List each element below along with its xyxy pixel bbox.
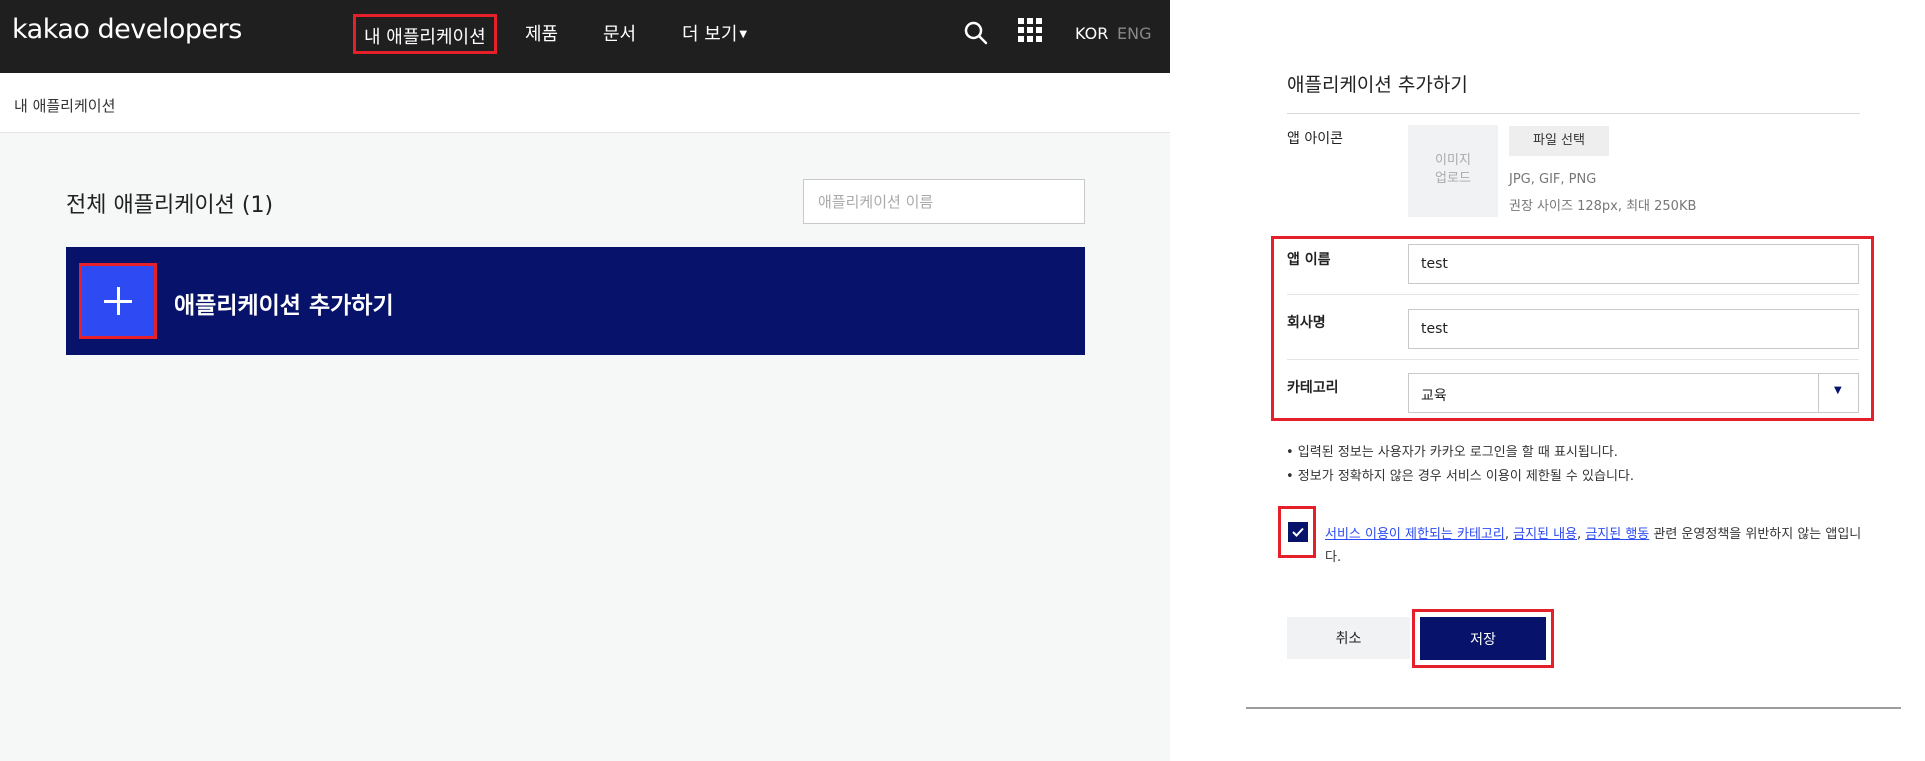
- search-icon[interactable]: [963, 20, 989, 46]
- breadcrumb-bar: 내 애플리케이션: [0, 73, 1170, 133]
- file-format-hint: JPG, GIF, PNG: [1509, 172, 1597, 187]
- consent-text: 서비스 이용이 제한되는 카테고리, 금지된 내용, 금지된 행동 관련 운영정…: [1325, 527, 1862, 565]
- info-note: • 정보가 정확하지 않은 경우 서비스 이용이 제한될 수 있습니다.: [1286, 469, 1634, 484]
- file-size-hint: 권장 사이즈 128px, 최대 250KB: [1509, 199, 1697, 214]
- kakao-developers-logo[interactable]: kakao developers: [12, 14, 242, 45]
- form-title: 애플리케이션 추가하기: [1287, 74, 1468, 96]
- grid-menu-icon[interactable]: [1017, 17, 1043, 43]
- consent-checkbox-wrapper: [1278, 506, 1316, 558]
- category-select[interactable]: 교육 ▼: [1408, 373, 1859, 413]
- category-label: 카테고리: [1287, 380, 1339, 396]
- company-name-input[interactable]: [1408, 309, 1859, 349]
- app-name-input[interactable]: [1408, 244, 1859, 284]
- lang-kor[interactable]: KOR: [1075, 24, 1108, 43]
- breadcrumb[interactable]: 내 애플리케이션: [14, 95, 115, 116]
- prohibited-behavior-link[interactable]: 금지된 행동: [1585, 527, 1649, 542]
- upload-text-line1: 이미지: [1435, 153, 1471, 168]
- cancel-button[interactable]: 취소: [1287, 617, 1410, 659]
- nav-more[interactable]: 더 보기 ▼: [682, 20, 747, 46]
- consent-checkbox[interactable]: [1288, 522, 1308, 542]
- caret-down-icon: ▼: [1834, 385, 1842, 396]
- divider: [1246, 707, 1901, 709]
- divider: [1287, 359, 1859, 360]
- nav-docs[interactable]: 문서: [603, 20, 636, 46]
- dropdown-toggle[interactable]: ▼: [1818, 374, 1858, 412]
- save-button-highlight: 저장: [1412, 609, 1554, 668]
- choose-file-button[interactable]: 파일 선택: [1509, 126, 1609, 156]
- image-upload-box[interactable]: 이미지 업로드: [1408, 125, 1498, 217]
- divider: [1287, 113, 1860, 114]
- add-application-form: 애플리케이션 추가하기 앱 아이콘 이미지 업로드 파일 선택 JPG, GIF…: [1170, 0, 1925, 761]
- add-application-button[interactable]: 애플리케이션 추가하기: [66, 247, 1085, 355]
- add-application-label: 애플리케이션 추가하기: [174, 293, 394, 319]
- save-button[interactable]: 저장: [1420, 617, 1546, 660]
- plus-icon[interactable]: [79, 263, 157, 339]
- caret-down-icon: ▼: [739, 29, 748, 40]
- app-list-page: kakao developers 내 애플리케이션 제품 문서 더 보기 ▼ KO…: [0, 0, 1170, 761]
- nav-my-applications[interactable]: 내 애플리케이션: [353, 14, 497, 54]
- upload-text-line2: 업로드: [1435, 171, 1471, 186]
- lang-eng[interactable]: ENG: [1117, 24, 1151, 43]
- category-selected-value: 교육: [1421, 388, 1447, 404]
- app-search-input[interactable]: [803, 179, 1085, 224]
- prohibited-content-link[interactable]: 금지된 내용: [1513, 527, 1577, 542]
- company-name-label: 회사명: [1287, 315, 1326, 331]
- divider: [1287, 294, 1859, 295]
- app-icon-label: 앱 아이콘: [1287, 131, 1343, 147]
- nav-products[interactable]: 제품: [525, 20, 558, 46]
- checkmark-icon: [1292, 527, 1304, 537]
- info-note: • 입력된 정보는 사용자가 카카오 로그인을 할 때 표시됩니다.: [1286, 445, 1618, 460]
- nav-more-label: 더 보기: [682, 24, 738, 45]
- top-navigation-bar: kakao developers 내 애플리케이션 제품 문서 더 보기 ▼ KO…: [0, 0, 1170, 73]
- page-title: 전체 애플리케이션 (1): [66, 193, 274, 218]
- app-info-fields: 앱 이름 회사명 카테고리 교육 ▼: [1271, 236, 1874, 421]
- app-name-label: 앱 이름: [1287, 252, 1331, 268]
- restricted-category-link[interactable]: 서비스 이용이 제한되는 카테고리: [1325, 527, 1505, 542]
